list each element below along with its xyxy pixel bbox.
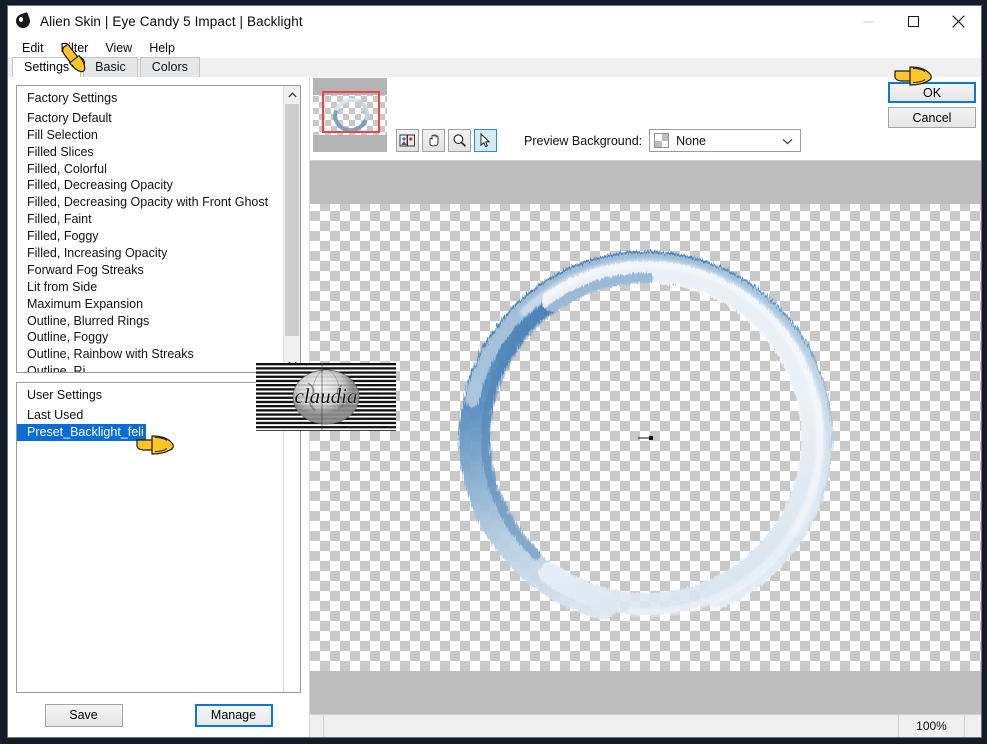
- hand-pan-icon[interactable]: [422, 129, 445, 152]
- menu-item-help[interactable]: Help: [141, 39, 184, 57]
- maximize-icon[interactable]: [891, 6, 936, 37]
- factory-list-scrollbar[interactable]: [283, 86, 300, 372]
- settings-panel: Factory Settings Factory Default Fill Se…: [8, 78, 310, 737]
- selection-anchor-marker: [637, 435, 653, 440]
- menu-item-edit[interactable]: Edit: [14, 39, 53, 57]
- tab-basic[interactable]: Basic: [83, 57, 138, 77]
- tab-settings[interactable]: Settings: [12, 57, 82, 77]
- arrow-select-icon[interactable]: [474, 129, 497, 152]
- list-item[interactable]: Lit from Side: [17, 279, 283, 296]
- canvas-top-band: [310, 161, 981, 204]
- status-message: [324, 715, 899, 737]
- preview-background-select[interactable]: None: [649, 129, 802, 152]
- ok-button[interactable]: OK: [888, 82, 976, 103]
- list-item[interactable]: Filled, Colorful: [17, 161, 283, 178]
- status-cell-right: [965, 715, 981, 737]
- user-list-scrollbar[interactable]: [283, 383, 300, 692]
- list-item[interactable]: Filled, Increasing Opacity: [17, 245, 283, 262]
- factory-settings-list-items: Factory Settings Factory Default Fill Se…: [17, 86, 283, 372]
- preview-background-value: None: [676, 133, 707, 148]
- list-item[interactable]: Filled, Foggy: [17, 228, 283, 245]
- list-group-label: Factory Settings: [27, 91, 118, 105]
- user-settings-list[interactable]: User Settings Last Used Preset_Backlight…: [16, 382, 301, 693]
- dialog-body: Factory Settings Factory Default Fill Se…: [8, 78, 981, 737]
- chevron-down-icon[interactable]: [782, 132, 793, 150]
- list-item[interactable]: Filled, Decreasing Opacity: [17, 177, 283, 194]
- status-bar: 100%: [310, 714, 981, 737]
- user-settings-list-items: User Settings Last Used Preset_Backlight…: [17, 383, 283, 692]
- minimize-icon[interactable]: [846, 6, 891, 37]
- list-item[interactable]: Outline, Foggy: [17, 329, 283, 346]
- scroll-down-icon[interactable]: [284, 355, 300, 372]
- preview-canvas[interactable]: [310, 160, 981, 714]
- list-item[interactable]: Outline, Blurred Rings: [17, 313, 283, 330]
- zoom-magnifier-icon[interactable]: [448, 129, 471, 152]
- list-item[interactable]: Maximum Expansion: [17, 296, 283, 313]
- manage-button[interactable]: Manage: [194, 703, 273, 727]
- compare-before-after-icon[interactable]: [396, 129, 419, 152]
- list-item[interactable]: Factory Default: [17, 110, 283, 127]
- canvas-bottom-band: [310, 671, 981, 714]
- app-icon: [14, 12, 32, 30]
- list-item[interactable]: Filled Slices: [17, 144, 283, 161]
- settings-action-buttons: Save Manage: [16, 693, 301, 737]
- menu-item-view[interactable]: View: [97, 39, 141, 57]
- menu-item-filter[interactable]: Filter: [53, 39, 98, 57]
- factory-settings-list[interactable]: Factory Settings Factory Default Fill Se…: [16, 85, 301, 373]
- navigator-thumbnail[interactable]: [313, 78, 387, 152]
- zoom-level[interactable]: 100%: [899, 715, 965, 737]
- preview-tools: [396, 129, 497, 152]
- preview-toolbar-row: Preview Background: None OK Cancel: [310, 78, 981, 160]
- list-item[interactable]: Filled, Faint: [17, 211, 283, 228]
- close-icon[interactable]: [936, 6, 981, 37]
- list-item[interactable]: Outline, Ri: [17, 363, 283, 372]
- user-setting-preset[interactable]: Preset_Backlight_feli: [17, 423, 146, 441]
- preview-background-label: Preview Background:: [524, 134, 643, 148]
- title-bar: Alien Skin | Eye Candy 5 Impact | Backli…: [8, 6, 981, 37]
- window-title: Alien Skin | Eye Candy 5 Impact | Backli…: [40, 14, 303, 29]
- list-item[interactable]: Filled, Decreasing Opacity with Front Gh…: [17, 194, 283, 211]
- dialog-buttons: OK Cancel: [888, 82, 976, 128]
- navigator-viewport-rect[interactable]: [322, 91, 380, 133]
- transparency-swatch-icon: [654, 133, 670, 148]
- cancel-button[interactable]: Cancel: [888, 107, 976, 128]
- save-button[interactable]: Save: [44, 703, 123, 727]
- list-item[interactable]: Fill Selection: [17, 127, 283, 144]
- scroll-up-icon[interactable]: [284, 86, 300, 103]
- scrollbar-thumb[interactable]: [285, 104, 299, 336]
- tab-colors[interactable]: Colors: [139, 57, 200, 77]
- plugin-dialog-window: Alien Skin | Eye Candy 5 Impact | Backli…: [7, 5, 982, 738]
- window-controls: [846, 6, 981, 37]
- list-item[interactable]: Outline, Rainbow with Streaks: [17, 346, 283, 363]
- tab-strip: Settings Basic Colors: [8, 57, 981, 78]
- menu-bar: Edit Filter View Help: [8, 37, 981, 58]
- status-cell-left: [310, 715, 324, 737]
- list-group-label: User Settings: [27, 388, 103, 402]
- preview-panel: Preview Background: None OK Cancel 100%: [310, 78, 981, 737]
- list-item[interactable]: Forward Fog Streaks: [17, 262, 283, 279]
- user-setting-last-used[interactable]: Last Used: [17, 407, 283, 424]
